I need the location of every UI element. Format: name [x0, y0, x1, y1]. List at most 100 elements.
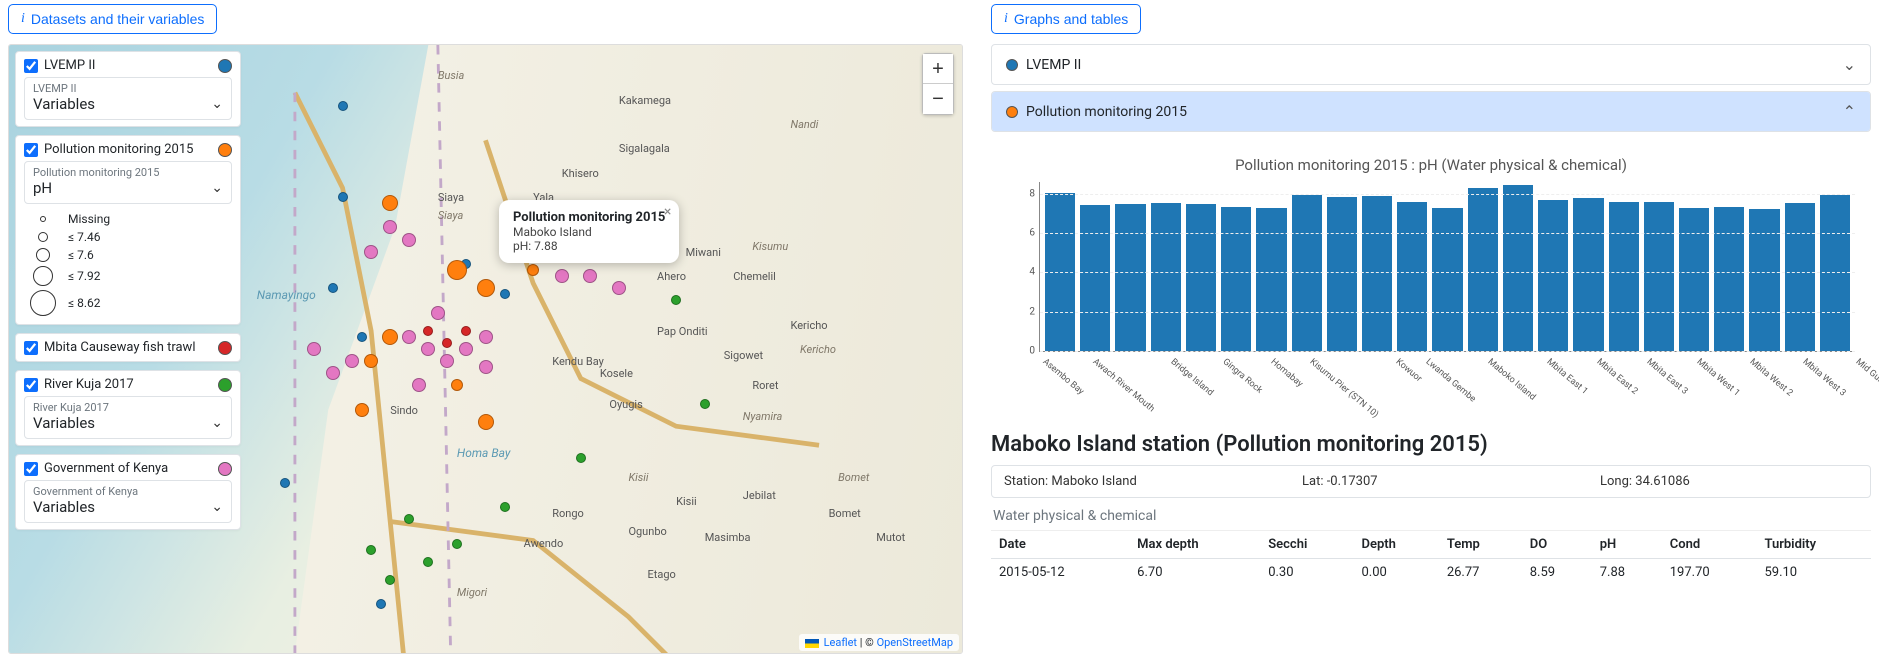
info-icon: i: [1004, 11, 1008, 27]
map-data-point[interactable]: [612, 281, 626, 295]
map-data-point[interactable]: [671, 295, 681, 305]
map-data-point[interactable]: [345, 354, 359, 368]
popup-station: Maboko Island: [513, 225, 665, 239]
map-data-point[interactable]: [364, 354, 378, 368]
chart-ytick: 8: [1029, 188, 1040, 199]
popup-close-icon[interactable]: ×: [664, 204, 671, 220]
chart-bar[interactable]: [1573, 198, 1603, 351]
map-data-point[interactable]: [423, 326, 433, 336]
map-data-point[interactable]: [404, 514, 414, 524]
chart-bar[interactable]: [1785, 203, 1815, 351]
chart-bar[interactable]: [1503, 185, 1533, 351]
variable-selector[interactable]: River Kuja 2017 Variables⌄: [24, 396, 232, 439]
datasets-accordion: LVEMP II ⌄ Pollution monitoring 2015 ⌃: [991, 44, 1871, 138]
map-data-point[interactable]: [431, 306, 445, 320]
chart-container: Pollution monitoring 2015 : pH (Water ph…: [991, 146, 1871, 426]
zoom-in-button[interactable]: +: [923, 54, 953, 84]
chart-bar[interactable]: [1151, 203, 1181, 351]
map-data-point[interactable]: [366, 545, 376, 555]
map-data-point[interactable]: [440, 354, 454, 368]
chart-bar[interactable]: [1679, 208, 1709, 351]
map-data-point[interactable]: [421, 342, 435, 356]
chart-bar[interactable]: [1609, 202, 1639, 351]
variable-selector[interactable]: Pollution monitoring 2015 pH⌄: [24, 161, 232, 204]
map-data-point[interactable]: [461, 326, 471, 336]
chart-bar[interactable]: [1221, 207, 1251, 351]
dataset-card: LVEMP II LVEMP II Variables⌄: [15, 51, 241, 127]
dataset-checkbox[interactable]: [24, 378, 38, 392]
variable-selector[interactable]: Government of Kenya Variables⌄: [24, 480, 232, 523]
map-data-point[interactable]: [280, 478, 290, 488]
datasets-header-button[interactable]: i Datasets and their variables: [8, 4, 217, 34]
map-data-point[interactable]: [376, 599, 386, 609]
leaflet-link[interactable]: Leaflet: [824, 636, 857, 649]
map-data-point[interactable]: [478, 414, 494, 430]
chart-bar[interactable]: [1080, 205, 1110, 351]
map-data-point[interactable]: [338, 101, 348, 111]
chart-bar[interactable]: [1397, 202, 1427, 351]
map-data-point[interactable]: [527, 264, 539, 276]
map-data-point[interactable]: [500, 289, 510, 299]
map-data-point[interactable]: [412, 378, 426, 392]
chart-ytick: 4: [1029, 267, 1040, 278]
map-data-point[interactable]: [383, 220, 397, 234]
datasets-header-label: Datasets and their variables: [31, 11, 205, 27]
datasets-sidebar[interactable]: LVEMP II LVEMP II Variables⌄ Pollution m…: [15, 51, 245, 538]
map-data-point[interactable]: [328, 283, 338, 293]
chart-bar[interactable]: [1256, 208, 1286, 351]
map-data-point[interactable]: [423, 557, 433, 567]
map-data-point[interactable]: [382, 329, 398, 345]
map-data-point[interactable]: [402, 233, 416, 247]
legend-label: ≤ 7.92: [68, 269, 100, 283]
dataset-card: River Kuja 2017 River Kuja 2017 Variable…: [15, 370, 241, 446]
map-data-point[interactable]: [382, 195, 398, 211]
legend-circle: [36, 248, 50, 262]
chart-bar[interactable]: [1432, 208, 1462, 351]
chart-bar[interactable]: [1714, 207, 1744, 351]
chart-bar[interactable]: [1644, 202, 1674, 351]
map-data-point[interactable]: [479, 360, 493, 374]
map-data-point[interactable]: [447, 260, 467, 280]
map-data-point[interactable]: [355, 403, 369, 417]
chart-bar[interactable]: [1115, 204, 1145, 351]
station-table-wrap[interactable]: DateMax depthSecchiDepthTempDOpHCondTurb…: [991, 530, 1871, 586]
map-data-point[interactable]: [357, 332, 367, 342]
map-data-point[interactable]: [700, 399, 710, 409]
map-data-point[interactable]: [307, 342, 321, 356]
chart-bar[interactable]: [1327, 197, 1357, 351]
map-data-point[interactable]: [385, 575, 395, 585]
chart-plot-area[interactable]: 02468: [1039, 182, 1855, 352]
accordion-header[interactable]: Pollution monitoring 2015 ⌃: [992, 92, 1870, 131]
dataset-checkbox[interactable]: [24, 341, 38, 355]
chart-bar[interactable]: [1749, 209, 1779, 351]
dataset-checkbox[interactable]: [24, 59, 38, 73]
map-popup: × Pollution monitoring 2015 Maboko Islan…: [499, 200, 679, 263]
osm-link[interactable]: OpenStreetMap: [877, 636, 953, 649]
map-data-point[interactable]: [479, 330, 493, 344]
map-data-point[interactable]: [477, 279, 495, 297]
map-data-point[interactable]: [451, 379, 463, 391]
map-data-point[interactable]: [364, 245, 378, 259]
dataset-checkbox[interactable]: [24, 462, 38, 476]
variable-selector[interactable]: LVEMP II Variables⌄: [24, 77, 232, 120]
map-data-point[interactable]: [576, 453, 586, 463]
dataset-card: Government of Kenya Government of Kenya …: [15, 454, 241, 530]
station-table: DateMax depthSecchiDepthTempDOpHCondTurb…: [991, 531, 1871, 586]
map-data-point[interactable]: [442, 338, 452, 348]
map-data-point[interactable]: [452, 539, 462, 549]
graphs-header-button[interactable]: i Graphs and tables: [991, 4, 1141, 34]
map-data-point[interactable]: [500, 502, 510, 512]
chart-bar[interactable]: [1186, 204, 1216, 351]
chart-bar[interactable]: [1468, 188, 1498, 351]
station-meta: Station: Maboko Island Lat: -0.17307 Lon…: [991, 465, 1871, 498]
accordion-header[interactable]: LVEMP II ⌄: [992, 45, 1870, 84]
map-data-point[interactable]: [555, 269, 569, 283]
chevron-up-icon: ⌃: [1843, 102, 1856, 121]
zoom-out-button[interactable]: −: [923, 84, 953, 114]
chart-bar[interactable]: [1538, 200, 1568, 351]
map-data-point[interactable]: [459, 342, 473, 356]
map-data-point[interactable]: [326, 366, 340, 380]
map-data-point[interactable]: [338, 192, 348, 202]
dataset-checkbox[interactable]: [24, 143, 38, 157]
map-data-point[interactable]: [402, 330, 416, 344]
